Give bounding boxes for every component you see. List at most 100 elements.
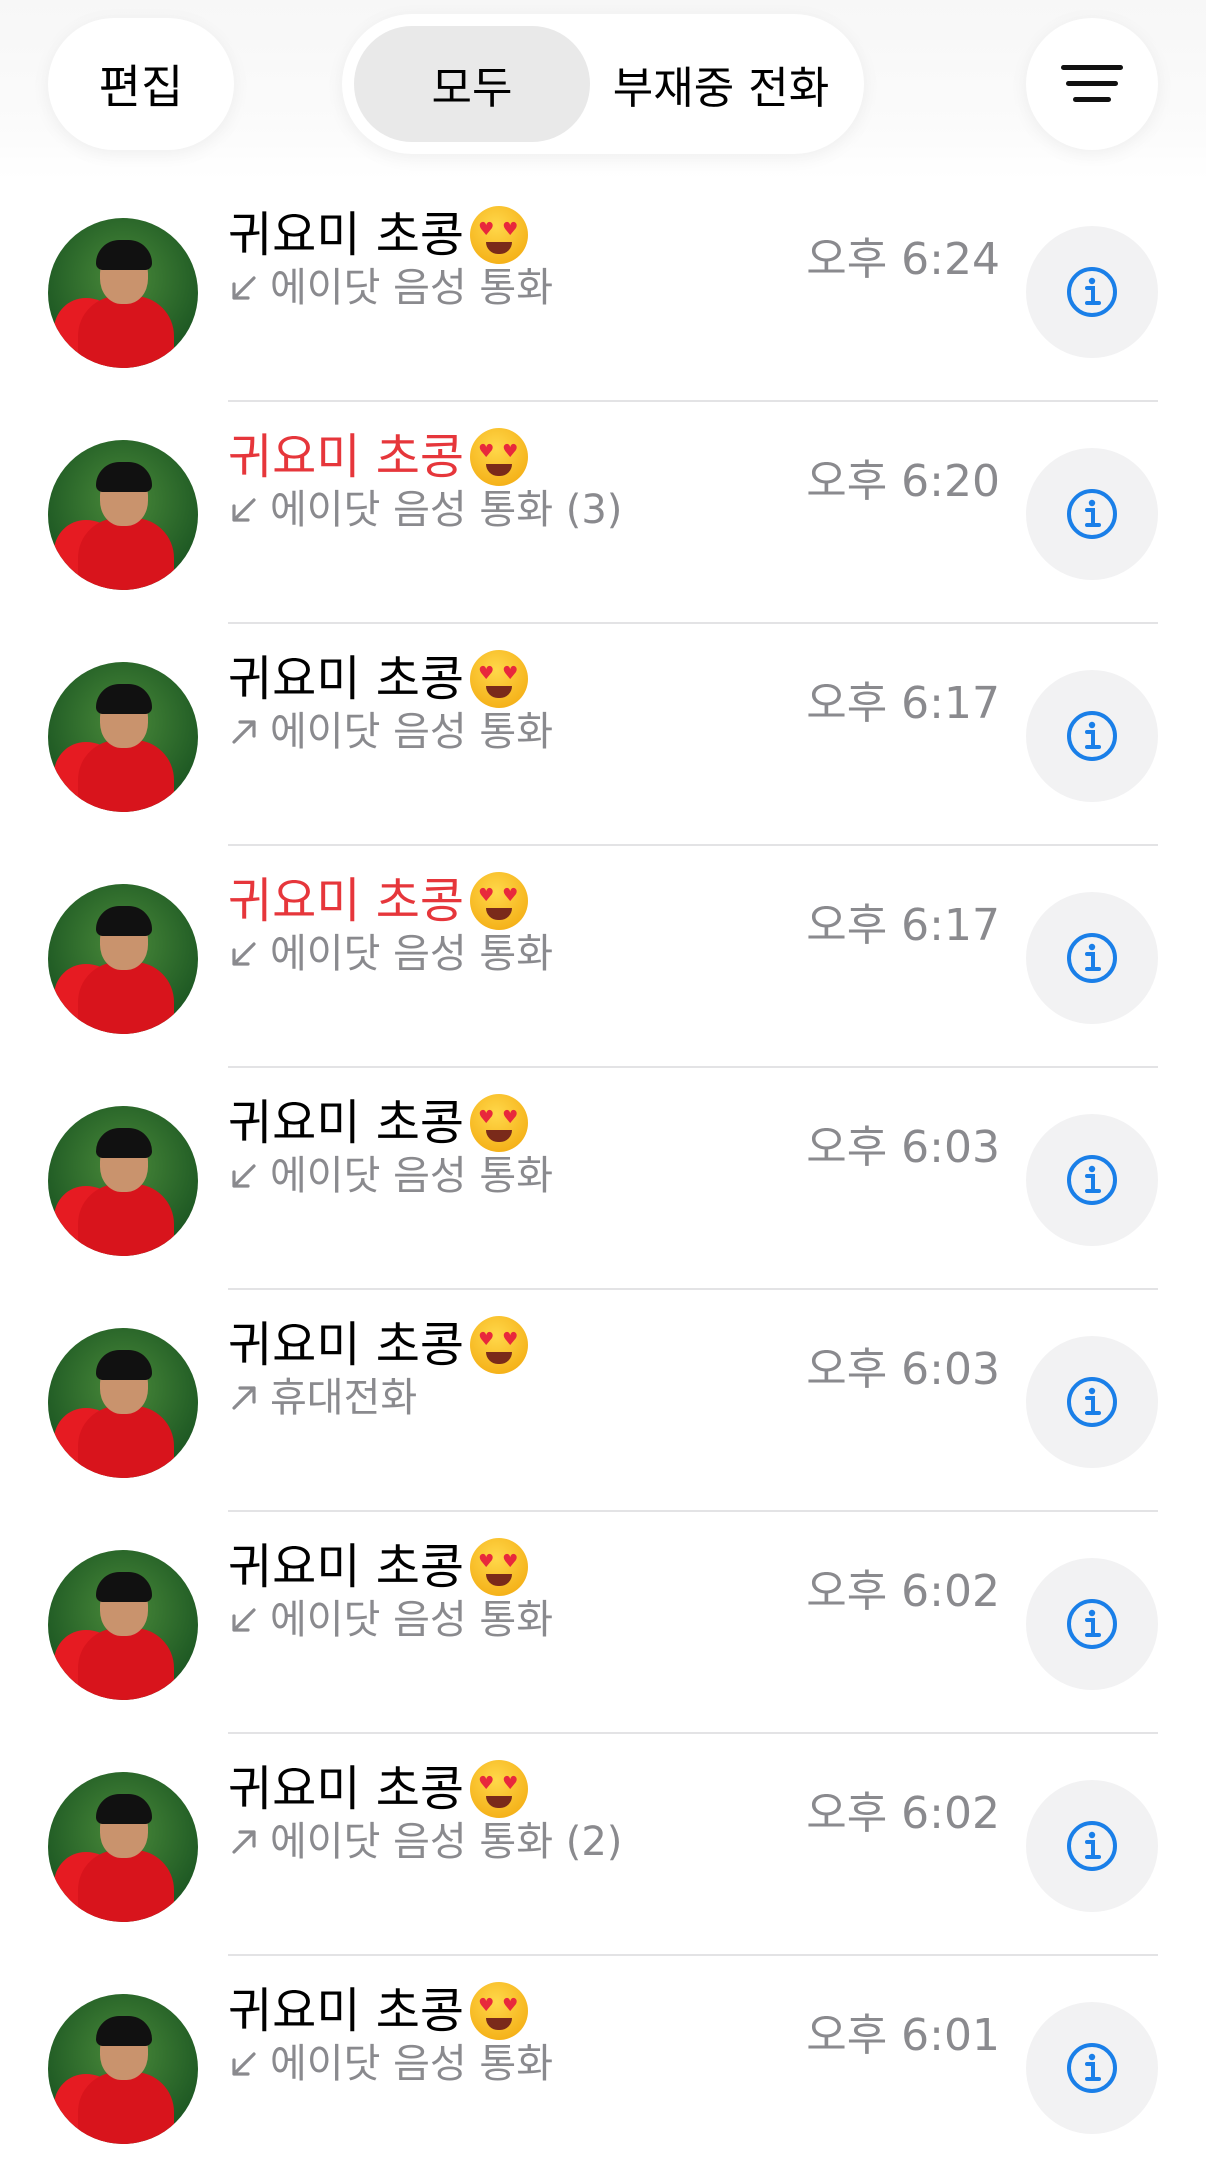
contact-avatar [48,884,198,1034]
emoji-mouth [486,464,513,476]
heart-eyes-emoji-icon: ♥ ♥ [470,1982,529,2040]
heart-eye-icon: ♥ [478,1773,495,1794]
info-icon [1067,1599,1117,1649]
emoji-mouth [486,1796,513,1808]
avatar-body [78,518,174,590]
filter-menu-button[interactable] [1026,18,1158,150]
avatar-hair [96,2016,152,2046]
incoming-call-arrow-icon [232,1608,256,1632]
call-time: 오후 6:24 [806,234,1000,285]
contact-avatar [48,1994,198,2144]
avatar-body [78,2072,174,2144]
call-time: 오후 6:17 [806,678,1000,729]
avatar-hair [96,684,152,714]
incoming-call-arrow-icon [232,276,256,300]
info-button[interactable] [1026,2002,1158,2134]
avatar-body [78,296,174,368]
call-detail-text: 에이닷 음성 통화 [270,265,554,311]
call-detail: 휴대전화 [228,1368,417,1428]
heart-eye-icon: ♥ [478,1107,495,1128]
heart-eyes-emoji-icon: ♥ ♥ [470,428,529,486]
incoming-call-arrow-icon [232,1164,256,1188]
heart-eye-icon: ♥ [502,1995,519,2016]
info-icon [1067,933,1117,983]
heart-eye-icon: ♥ [478,219,495,240]
heart-eye-icon: ♥ [478,441,495,462]
call-row[interactable]: 귀요미 초콩 ♥ ♥ 휴대전화 오후 6:03 [0,1290,1206,1512]
info-icon [1067,267,1117,317]
avatar-body [78,740,174,812]
heart-eye-icon: ♥ [502,219,519,240]
edit-button[interactable]: 편집 [48,18,234,150]
call-row[interactable]: 귀요미 초콩 ♥ ♥ 에이닷 음성 통화 오후 6:24 [0,180,1206,402]
call-detail: 에이닷 음성 통화 (2) [228,1812,622,1872]
contact-avatar [48,218,198,368]
emoji-mouth [486,1130,513,1142]
emoji-mouth [486,1352,513,1364]
emoji-mouth [486,242,513,254]
call-row[interactable]: 귀요미 초콩 ♥ ♥ 에이닷 음성 통화 (2) 오후 6:02 [0,1734,1206,1956]
info-button[interactable] [1026,1780,1158,1912]
incoming-call-arrow-icon [232,2052,256,2076]
info-icon [1067,1821,1117,1871]
call-time: 오후 6:02 [806,1566,1000,1617]
contact-avatar [48,1772,198,1922]
contact-avatar [48,662,198,812]
heart-eyes-emoji-icon: ♥ ♥ [470,1760,529,1818]
emoji-mouth [486,2018,513,2030]
call-row[interactable]: 귀요미 초콩 ♥ ♥ 에이닷 음성 통화 오후 6:17 [0,846,1206,1068]
heart-eyes-emoji-icon: ♥ ♥ [470,872,529,930]
emoji-mouth [486,1574,513,1586]
call-row[interactable]: 귀요미 초콩 ♥ ♥ 에이닷 음성 통화 오후 6:17 [0,624,1206,846]
info-button[interactable] [1026,448,1158,580]
emoji-mouth [486,908,513,920]
call-detail-text: 에이닷 음성 통화 [270,1153,554,1199]
heart-eye-icon: ♥ [502,1551,519,1572]
heart-eye-icon: ♥ [502,1107,519,1128]
outgoing-call-arrow-icon [232,1830,256,1854]
avatar-body [78,1628,174,1700]
heart-eyes-emoji-icon: ♥ ♥ [470,1538,529,1596]
heart-eye-icon: ♥ [478,1329,495,1350]
contact-avatar [48,1328,198,1478]
info-button[interactable] [1026,1114,1158,1246]
avatar-hair [96,1128,152,1158]
heart-eye-icon: ♥ [502,1329,519,1350]
call-detail-text: 에이닷 음성 통화 [270,2041,554,2087]
call-time: 오후 6:03 [806,1344,1000,1395]
contact-avatar [48,1106,198,1256]
info-button[interactable] [1026,226,1158,358]
tab-missed[interactable]: 부재중 전화 [590,26,852,142]
call-time: 오후 6:02 [806,1788,1000,1839]
info-icon [1067,2043,1117,2093]
info-button[interactable] [1026,892,1158,1024]
call-detail: 에이닷 음성 통화 [228,702,553,762]
contact-avatar [48,1550,198,1700]
heart-eyes-emoji-icon: ♥ ♥ [470,206,529,264]
call-detail-text: 에이닷 음성 통화 [270,1597,554,1643]
call-detail: 에이닷 음성 통화 (3) [228,480,622,540]
call-time: 오후 6:03 [806,1122,1000,1173]
call-detail-text: 에이닷 음성 통화 [270,931,554,977]
call-row[interactable]: 귀요미 초콩 ♥ ♥ 에이닷 음성 통화 오후 6:01 [0,1956,1206,2178]
info-button[interactable] [1026,1558,1158,1690]
heart-eye-icon: ♥ [478,1995,495,2016]
outgoing-call-arrow-icon [232,720,256,744]
call-detail-text: 에이닷 음성 통화 (2) [270,1819,623,1865]
emoji-mouth [486,686,513,698]
filter-lines-icon [1061,65,1123,103]
info-button[interactable] [1026,1336,1158,1468]
heart-eyes-emoji-icon: ♥ ♥ [470,1316,529,1374]
call-row[interactable]: 귀요미 초콩 ♥ ♥ 에이닷 음성 통화 오후 6:02 [0,1512,1206,1734]
avatar-hair [96,240,152,270]
call-row[interactable]: 귀요미 초콩 ♥ ♥ 에이닷 음성 통화 오후 6:03 [0,1068,1206,1290]
call-row[interactable]: 귀요미 초콩 ♥ ♥ 에이닷 음성 통화 (3) 오후 6:20 [0,402,1206,624]
heart-eye-icon: ♥ [502,1773,519,1794]
heart-eye-icon: ♥ [502,885,519,906]
avatar-body [78,1406,174,1478]
heart-eyes-emoji-icon: ♥ ♥ [470,650,529,708]
call-detail-text: 에이닷 음성 통화 [270,709,554,755]
info-button[interactable] [1026,670,1158,802]
tab-all[interactable]: 모두 [354,26,590,142]
heart-eye-icon: ♥ [478,663,495,684]
